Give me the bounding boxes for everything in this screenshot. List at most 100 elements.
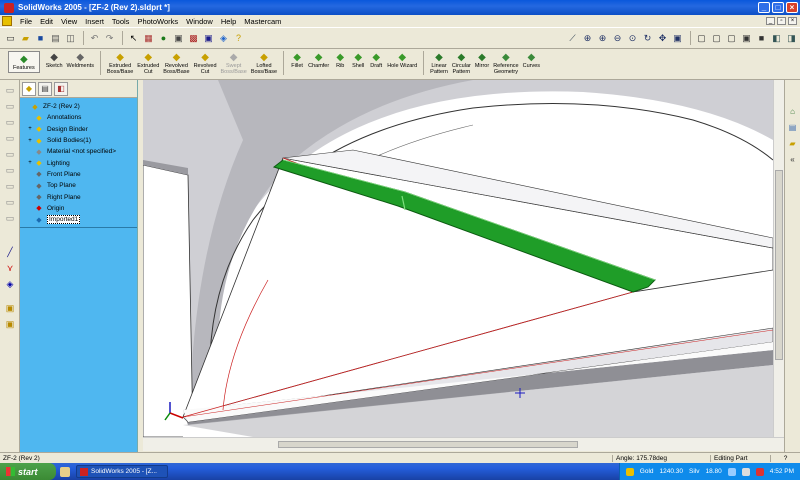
taskbar-item-solidworks[interactable]: SolidWorks 2005 - [Z...: [76, 465, 168, 478]
tab-property-manager[interactable]: ▤: [38, 81, 52, 96]
expand-task-pane-icon[interactable]: «: [787, 154, 798, 165]
print-preview-icon[interactable]: ◫: [64, 32, 77, 45]
menu-file[interactable]: File: [16, 17, 36, 26]
command-revolved-cut[interactable]: ◆ Revolved Cut: [194, 51, 217, 76]
save-icon[interactable]: ■: [34, 32, 47, 45]
close-button[interactable]: ×: [786, 2, 798, 13]
clock[interactable]: 4:52 PM: [770, 468, 794, 475]
maximize-button[interactable]: □: [772, 2, 784, 13]
tree-expander[interactable]: +: [26, 126, 34, 132]
tab-feature-manager[interactable]: ◆: [22, 81, 36, 96]
gold-ticker-icon[interactable]: [625, 467, 634, 476]
point-tool-icon[interactable]: ▭: [4, 180, 16, 192]
shaded-with-edges-icon[interactable]: ▣: [740, 32, 753, 45]
rebuild-icon[interactable]: ●: [157, 32, 170, 45]
add-relation-icon[interactable]: ⋎: [4, 262, 16, 274]
section-view-icon[interactable]: ◧: [770, 32, 783, 45]
tree-item[interactable]: + ◆ Design Binder: [20, 124, 137, 135]
open-icon[interactable]: ▰: [19, 32, 32, 45]
horizontal-scrollbar[interactable]: [143, 437, 784, 451]
zoom-selection-icon[interactable]: ⊙: [626, 32, 639, 45]
volume-icon[interactable]: [741, 467, 750, 476]
render-icon[interactable]: ▣: [202, 32, 215, 45]
rotate-view-icon[interactable]: ↻: [641, 32, 654, 45]
menu-edit[interactable]: Edit: [36, 17, 57, 26]
command-sweep[interactable]: ◆ Swept Boss/Base: [221, 51, 247, 76]
circle-tool-icon[interactable]: ▭: [4, 132, 16, 144]
menu-photoworks[interactable]: PhotoWorks: [133, 17, 182, 26]
quick-launch-icon[interactable]: [60, 466, 70, 477]
command-revolve[interactable]: ◆ Revolved Boss/Base: [163, 51, 189, 76]
menu-window[interactable]: Window: [182, 17, 217, 26]
command-extrude[interactable]: ◆ Extruded Boss/Base: [107, 51, 133, 76]
command-chamfer[interactable]: ◆ Chamfer: [308, 51, 329, 70]
status-help-button[interactable]: ?: [770, 454, 800, 462]
vertical-scroll-thumb[interactable]: [775, 170, 783, 360]
quick-snaps-icon[interactable]: ◈: [4, 278, 16, 290]
tree-item[interactable]: ◆ Imported1: [20, 214, 137, 225]
command-linear-pattern[interactable]: ◆ Linear Pattern: [430, 51, 448, 76]
command-loft[interactable]: ◆ Lofted Boss/Base: [251, 51, 277, 76]
tree-expander[interactable]: +: [26, 138, 34, 144]
sketch-relations-icon[interactable]: ⟋: [566, 32, 579, 45]
whats-this-icon[interactable]: ?: [232, 32, 245, 45]
solidworks-resources-icon[interactable]: ⌂: [787, 106, 798, 117]
hidden-lines-visible-icon[interactable]: ▢: [710, 32, 723, 45]
vertical-scrollbar[interactable]: [773, 80, 784, 437]
shadows-icon[interactable]: ◨: [785, 32, 798, 45]
tree-item[interactable]: ◆ Material <not specified>: [20, 146, 137, 157]
hidden-lines-removed-icon[interactable]: ▢: [725, 32, 738, 45]
doc-close-button[interactable]: ×: [788, 17, 797, 25]
imported-icon[interactable]: ▣: [4, 318, 16, 330]
design-library-icon[interactable]: ▤: [787, 122, 798, 133]
menu-insert[interactable]: Insert: [81, 17, 108, 26]
command-reference-geometry[interactable]: ◆ Reference Geometry: [493, 51, 518, 76]
tree-item[interactable]: ◆ Top Plane: [20, 180, 137, 191]
zoom-in-out-icon[interactable]: ⊖: [611, 32, 624, 45]
menu-help[interactable]: Help: [217, 17, 240, 26]
command-extruded-cut[interactable]: ◆ Extruded Cut: [137, 51, 159, 76]
photoworks-icon[interactable]: ▩: [187, 32, 200, 45]
command-shell[interactable]: ◆ Shell: [351, 51, 365, 70]
new-document-icon[interactable]: ▭: [4, 32, 17, 45]
centerline-tool-icon[interactable]: ▭: [4, 196, 16, 208]
doc-minimize-button[interactable]: _: [766, 17, 775, 25]
tree-item[interactable]: ◆ Annotations: [20, 112, 137, 123]
antivirus-icon[interactable]: [755, 467, 764, 476]
zoom-to-fit-icon[interactable]: ⊕: [581, 32, 594, 45]
face-icon[interactable]: ▣: [4, 302, 16, 314]
options-icon[interactable]: ▣: [172, 32, 185, 45]
command-hole-wizard[interactable]: ◆ Hole Wizard: [387, 51, 417, 70]
wireframe-icon[interactable]: ▢: [695, 32, 708, 45]
command-curves[interactable]: ◆ Curves: [523, 51, 540, 70]
pan-icon[interactable]: ✥: [656, 32, 669, 45]
command-rib[interactable]: ◆ Rib: [333, 51, 347, 70]
sketch-grid-icon[interactable]: ▦: [142, 32, 155, 45]
start-button[interactable]: start: [0, 463, 56, 480]
tree-expander[interactable]: +: [26, 160, 34, 166]
line-tool-icon[interactable]: ▭: [4, 100, 16, 112]
menu-view[interactable]: View: [57, 17, 81, 26]
tree-item[interactable]: ◆ Right Plane: [20, 191, 137, 202]
command-draft[interactable]: ◆ Draft: [369, 51, 383, 70]
minimize-button[interactable]: _: [758, 2, 770, 13]
menu-tools[interactable]: Tools: [108, 17, 134, 26]
network-icon[interactable]: [727, 467, 736, 476]
standard-views-icon[interactable]: ▣: [671, 32, 684, 45]
shaded-icon[interactable]: ■: [755, 32, 768, 45]
tree-item[interactable]: ◆ Origin: [20, 203, 137, 214]
tree-item[interactable]: ◆ ZF-2 (Rev 2): [20, 101, 137, 112]
trim-tool-icon[interactable]: ▭: [4, 212, 16, 224]
smart-dimension-icon[interactable]: ╱: [4, 246, 16, 258]
command-circular-pattern[interactable]: ◆ Circular Pattern: [452, 51, 471, 76]
model-view[interactable]: [143, 80, 773, 437]
zoom-to-area-icon[interactable]: ⊕: [596, 32, 609, 45]
doc-restore-button[interactable]: ▫: [777, 17, 786, 25]
print-icon[interactable]: ▤: [49, 32, 62, 45]
tree-item[interactable]: ◆ Front Plane: [20, 169, 137, 180]
command-weldments[interactable]: ◆ Weldments: [67, 51, 94, 70]
rectangle-tool-icon[interactable]: ▭: [4, 116, 16, 128]
menu-mastercam[interactable]: Mastercam: [240, 17, 285, 26]
spline-tool-icon[interactable]: ▭: [4, 164, 16, 176]
tab-configuration-manager[interactable]: ◧: [54, 81, 68, 96]
